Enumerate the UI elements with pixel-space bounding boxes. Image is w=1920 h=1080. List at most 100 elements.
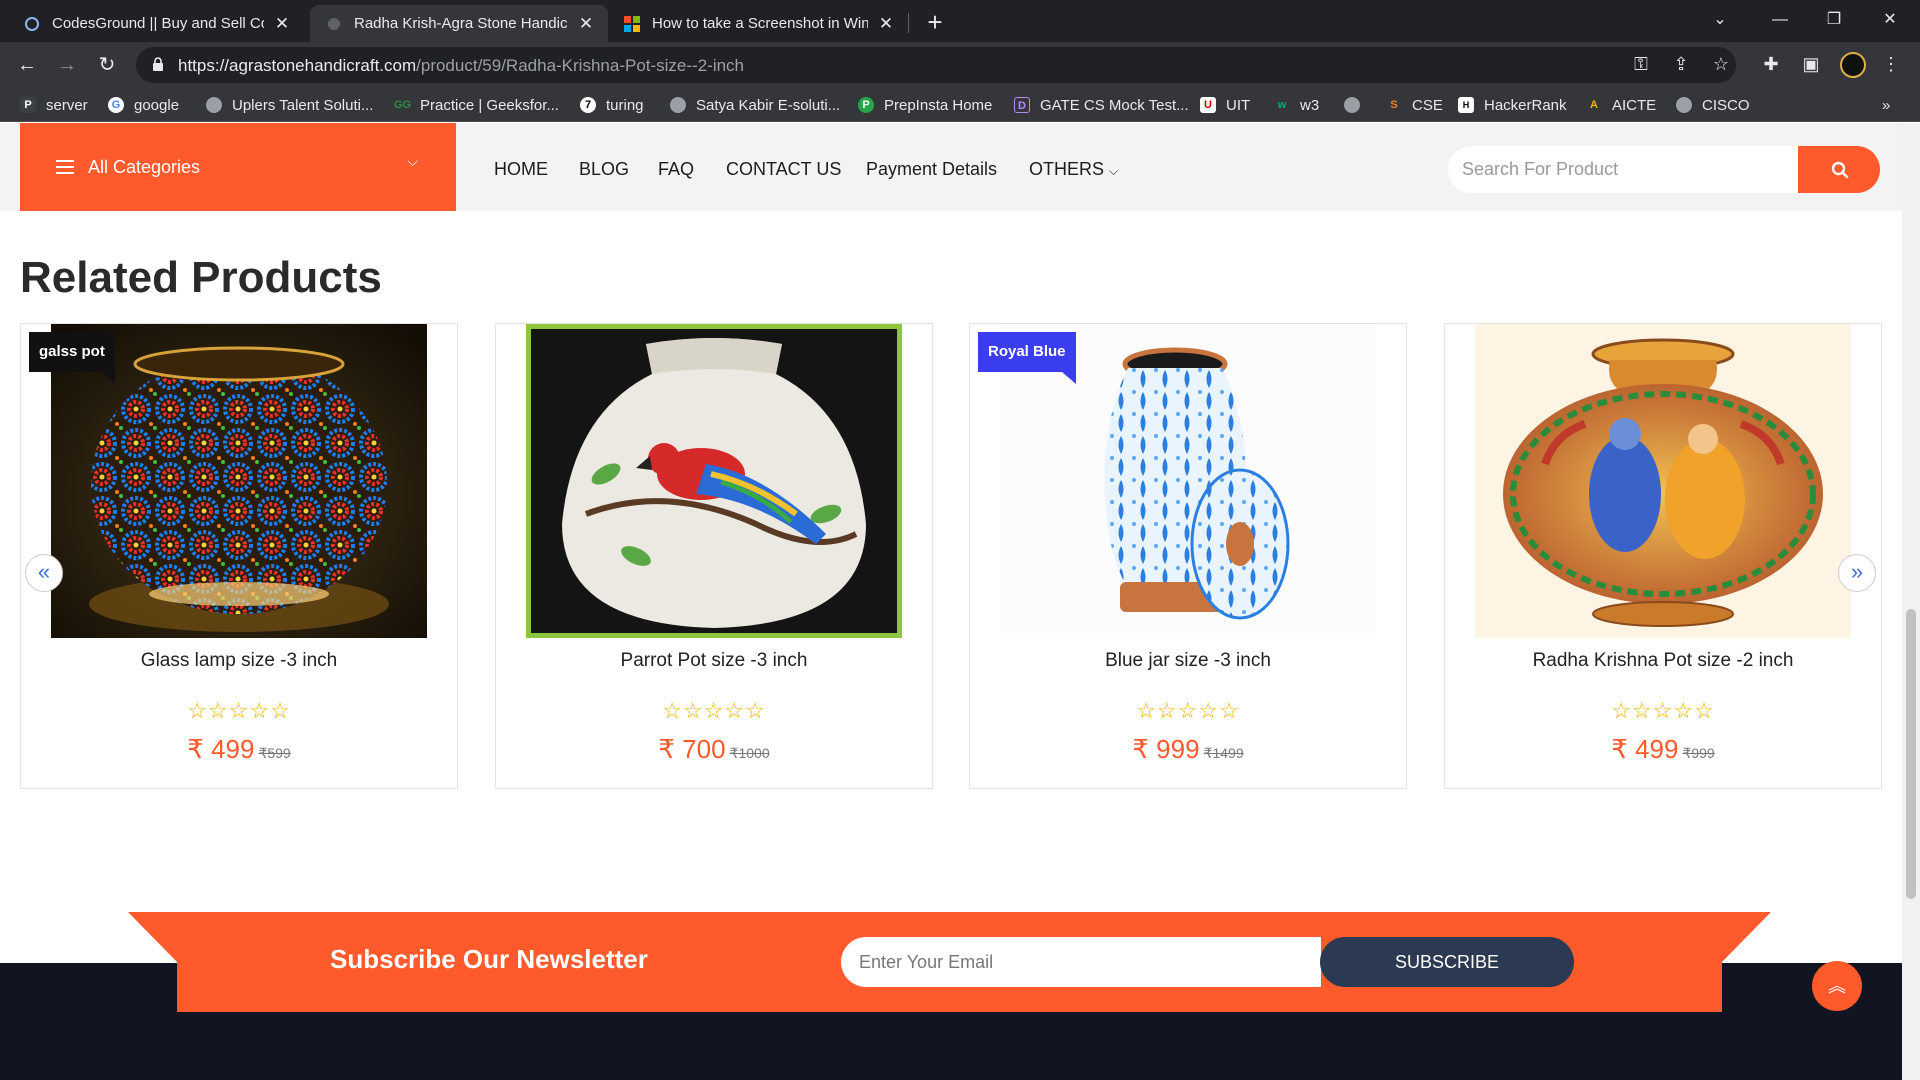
profile-avatar[interactable] — [1840, 52, 1866, 78]
prepinsta-icon: P — [858, 97, 874, 113]
bookmark-label: CISCO — [1702, 96, 1750, 114]
subscribe-button[interactable]: SUBSCRIBE — [1320, 937, 1574, 987]
scroll-to-top-icon[interactable]: ︽ — [1812, 961, 1862, 1011]
carousel-prev-icon[interactable]: « — [25, 554, 63, 592]
password-key-icon[interactable]: ⚿ — [1628, 51, 1654, 77]
bookmark-star-icon[interactable]: ☆ — [1708, 51, 1734, 77]
original-price: ₹999 — [1682, 745, 1715, 761]
browser-tab[interactable]: How to take a Screenshot in Win ✕ — [608, 5, 908, 42]
rating-stars-icon: ☆☆☆☆☆ — [1136, 698, 1240, 723]
browser-tab-active[interactable]: Radha Krish-Agra Stone Handicra ✕ — [310, 5, 608, 42]
share-icon[interactable]: ⇪ — [1668, 51, 1694, 77]
uit-icon: U — [1200, 97, 1216, 113]
globe-icon — [1344, 97, 1360, 113]
nav-faq[interactable]: FAQ — [658, 159, 694, 180]
bookmark-label: google — [134, 96, 180, 114]
bookmark-item[interactable] — [1344, 94, 1370, 116]
newsletter-email-input[interactable]: Enter Your Email — [841, 937, 1321, 987]
browser-toolbar: ← → ↻ https://agrastonehandicraft.com/pr… — [0, 42, 1920, 87]
bookmarks-bar: Pserver Ggoogle Uplers Talent Soluti... … — [0, 87, 1920, 122]
tab-search-chevron-icon[interactable]: ⌄ — [1692, 0, 1748, 40]
bookmark-item[interactable]: w w3 — [1274, 94, 1319, 116]
nav-others-label: OTHERS — [1029, 159, 1105, 179]
bookmark-item[interactable]: Pserver — [20, 94, 88, 116]
close-tab-icon[interactable]: ✕ — [272, 14, 292, 34]
microsoft-favicon-icon — [624, 15, 640, 32]
product-price: ₹ 999 ₹1499 — [970, 734, 1406, 765]
product-image[interactable] — [1475, 324, 1851, 638]
product-name[interactable]: Radha Krishna Pot size -2 inch — [1445, 650, 1881, 672]
bookmark-item[interactable]: CISCO — [1676, 94, 1750, 116]
site-header: All Categories ⌵ HOME BLOG FAQ CONTACT U… — [0, 123, 1902, 211]
address-bar[interactable]: https://agrastonehandicraft.com/product/… — [136, 47, 1736, 83]
url-text: https://agrastonehandicraft.com/product/… — [178, 56, 745, 75]
product-badge: Royal Blue — [978, 332, 1076, 384]
minimize-window-button[interactable]: — — [1752, 0, 1808, 40]
rating-stars-icon: ☆☆☆☆☆ — [187, 698, 291, 723]
bookmark-item[interactable]: P PrepInsta Home — [858, 94, 992, 116]
product-name[interactable]: Glass lamp size -3 inch — [21, 650, 457, 672]
nav-contact-us[interactable]: CONTACT US — [726, 159, 841, 180]
forward-arrow-icon[interactable]: → — [50, 48, 84, 82]
nav-home[interactable]: HOME — [494, 159, 548, 180]
product-image[interactable] — [526, 324, 902, 638]
product-name[interactable]: Blue jar size -3 inch — [970, 650, 1406, 672]
browser-menu-icon[interactable]: ⋮ — [1878, 51, 1904, 77]
search-button[interactable] — [1798, 146, 1880, 193]
nav-payment-details[interactable]: Payment Details — [866, 159, 997, 180]
bookmark-item[interactable]: A AICTE — [1586, 94, 1656, 116]
bookmark-item[interactable]: H HackerRank — [1458, 94, 1567, 116]
bookmark-item[interactable]: S CSE — [1386, 94, 1443, 116]
chevron-down-icon: ⌵ — [1109, 164, 1119, 178]
browser-tab[interactable]: CodesGround || Buy and Sell Cod ✕ — [8, 5, 304, 42]
bookmark-item[interactable]: Satya Kabir E-soluti... — [670, 94, 840, 116]
search-input[interactable]: Search For Product — [1448, 146, 1800, 193]
bookmark-item[interactable]: U UIT — [1200, 94, 1250, 116]
turing-icon: 7 — [580, 97, 596, 113]
more-bookmarks-chevron-icon[interactable]: » — [1882, 94, 1890, 116]
page-scrollbar[interactable] — [1902, 123, 1920, 1080]
bookmark-label: Practice | Geeksfor... — [420, 96, 559, 114]
bookmark-item[interactable]: 7 turing — [580, 94, 644, 116]
side-panel-icon[interactable]: ▣ — [1798, 51, 1824, 77]
radha-krishna-pot-image — [1475, 324, 1851, 638]
reload-icon[interactable]: ↻ — [90, 48, 124, 82]
original-price: ₹1499 — [1203, 745, 1244, 761]
search-icon — [1831, 161, 1849, 179]
google-icon: G — [108, 97, 124, 113]
bookmark-item[interactable]: D GATE CS Mock Test... — [1014, 94, 1189, 116]
back-arrow-icon[interactable]: ← — [10, 48, 44, 82]
current-price: ₹ 700 — [658, 734, 726, 764]
current-price: ₹ 499 — [187, 734, 255, 764]
all-categories-button[interactable]: All Categories ⌵ — [20, 123, 456, 211]
tab-title: How to take a Screenshot in Win — [652, 15, 868, 32]
product-name[interactable]: Parrot Pot size -3 inch — [496, 650, 932, 672]
carousel-next-icon[interactable]: » — [1838, 554, 1876, 592]
tab-title: Radha Krish-Agra Stone Handicra — [354, 15, 568, 32]
restore-window-button[interactable]: ❐ — [1806, 0, 1862, 40]
close-window-button[interactable]: ✕ — [1862, 0, 1918, 40]
product-card[interactable]: Parrot Pot size -3 inch ☆☆☆☆☆ ₹ 700 ₹1000 — [495, 323, 933, 789]
nav-blog[interactable]: BLOG — [579, 159, 629, 180]
product-card[interactable]: Radha Krishna Pot size -2 inch ☆☆☆☆☆ ₹ 4… — [1444, 323, 1882, 789]
scrollbar-thumb[interactable] — [1906, 609, 1916, 899]
product-card[interactable]: Royal Blue Blue jar size -3 inch ☆☆☆☆☆ ₹… — [969, 323, 1407, 789]
globe-icon — [670, 97, 686, 113]
bookmark-item[interactable]: GG Practice | Geeksfor... — [394, 94, 559, 116]
all-categories-label: All Categories — [88, 156, 201, 177]
product-price: ₹ 499 ₹599 — [21, 734, 457, 765]
close-tab-icon[interactable]: ✕ — [576, 14, 596, 34]
product-card[interactable]: galss pot Glass lamp size -3 inch ☆☆☆☆☆ … — [20, 323, 458, 789]
bookmark-label: w3 — [1300, 96, 1320, 114]
new-tab-button[interactable]: + — [920, 7, 950, 37]
cse-icon: S — [1390, 99, 1398, 111]
bookmark-favicon-icon: P — [20, 97, 36, 113]
extensions-puzzle-icon[interactable]: ✚ — [1758, 51, 1784, 77]
bookmark-item[interactable]: Ggoogle — [108, 94, 179, 116]
bookmark-label: CSE — [1412, 96, 1443, 114]
nav-others[interactable]: OTHERS ⌵ — [1029, 159, 1118, 180]
close-tab-icon[interactable]: ✕ — [876, 14, 896, 34]
site-favicon-icon — [328, 17, 340, 30]
bookmark-item[interactable]: Uplers Talent Soluti... — [206, 94, 373, 116]
hackerrank-icon: H — [1458, 97, 1474, 113]
